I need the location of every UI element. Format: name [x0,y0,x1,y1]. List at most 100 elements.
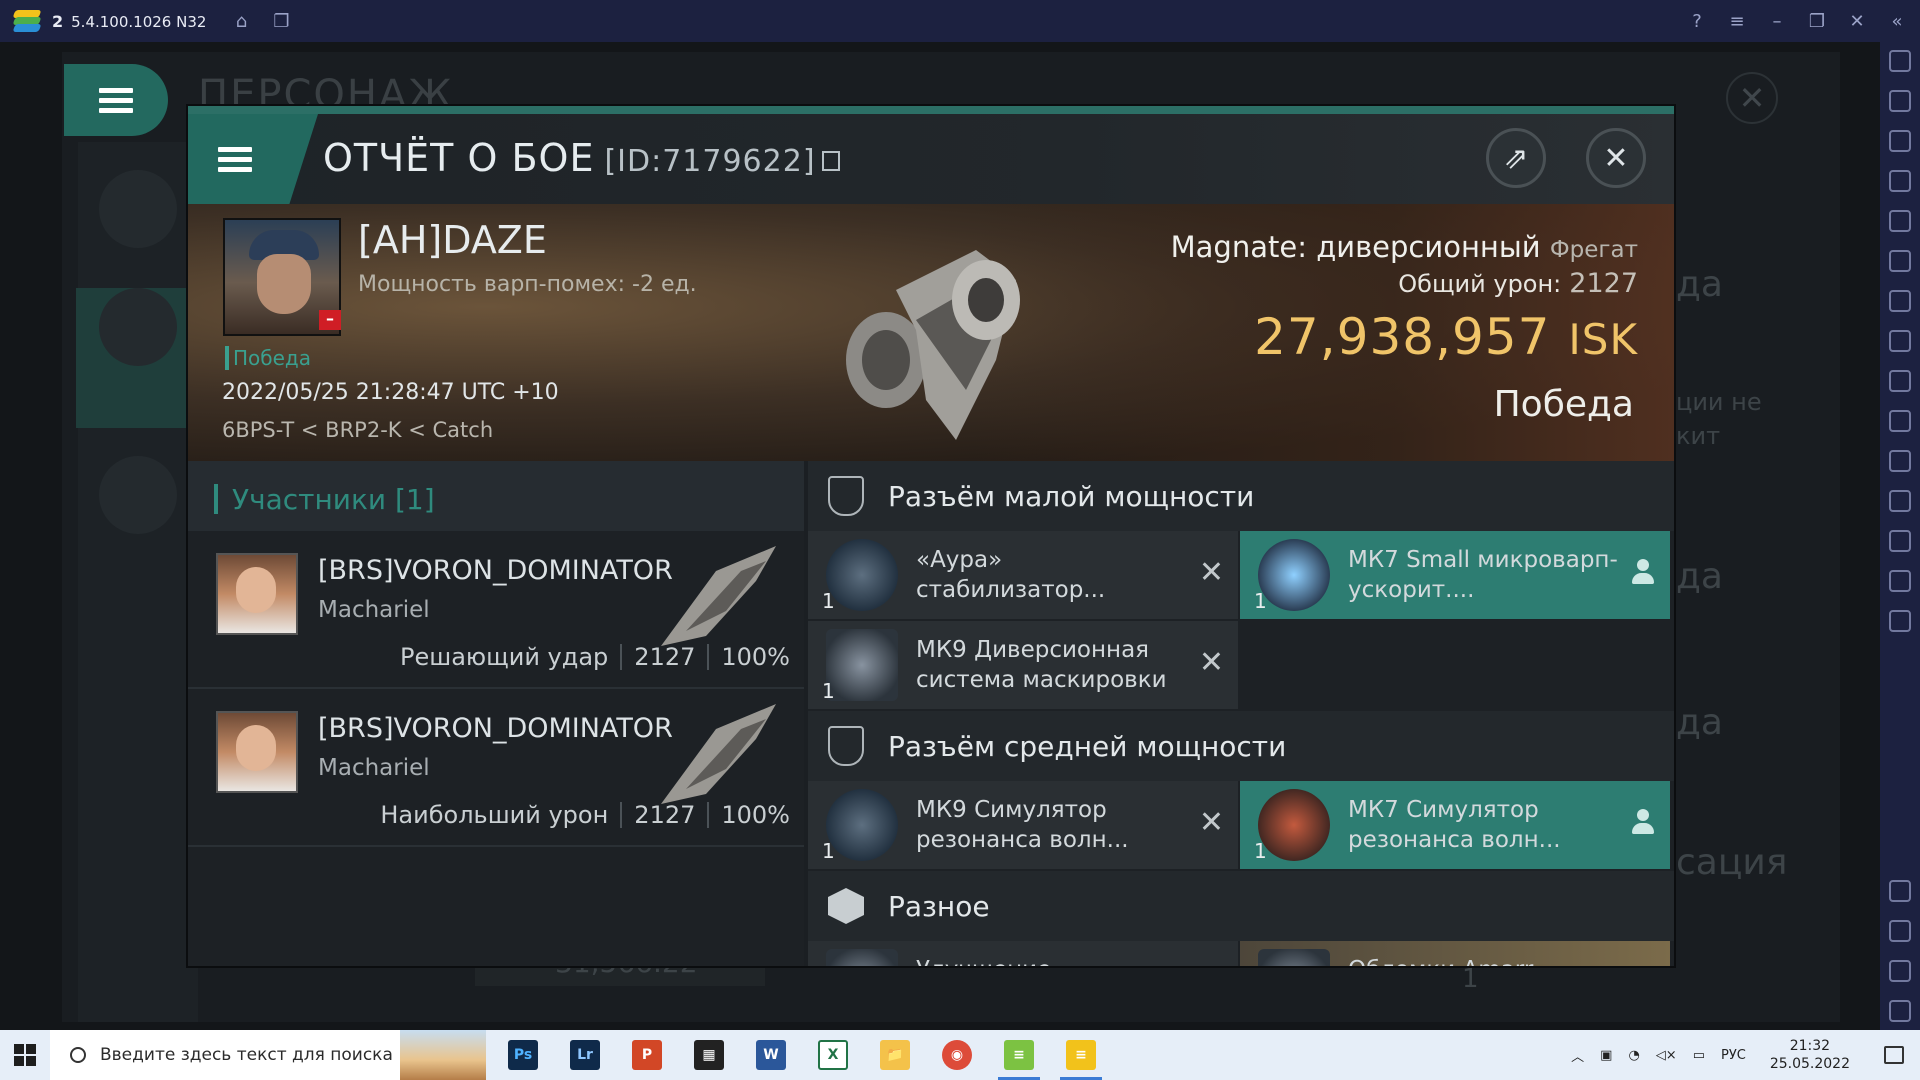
destroyed-icon: ✕ [1198,645,1224,680]
attacker-stats: Наибольший урон 2127 100% [380,801,790,829]
emulator-version: 2 5.4.100.1026 N32 [52,11,207,31]
module-name: Обломки Amarr [1348,955,1628,966]
multi-instance-icon[interactable]: ❐ [270,10,292,32]
victory-tag: Победа [225,346,311,370]
keyboard-icon[interactable] [1889,170,1911,192]
macro-icon[interactable] [1889,290,1911,312]
excel-app[interactable]: X [802,1030,864,1080]
language-indicator[interactable]: РУС [1721,1048,1746,1063]
emulator-sidebar [1880,42,1920,1030]
attacker-ship-image [661,546,776,646]
chrome-app[interactable]: ◉ [926,1030,988,1080]
location-icon[interactable] [1889,530,1911,552]
module-item[interactable]: 1 МК9 Диверсионная система маскировки ✕ [808,621,1238,709]
module-icon [826,629,898,701]
close-button[interactable]: ✕ [1586,128,1646,188]
background-close-icon[interactable]: ✕ [1726,72,1778,124]
victim-name[interactable]: [AH]DAZE [358,218,547,262]
home-icon[interactable]: ⌂ [230,10,252,32]
attacker-row[interactable]: [BRS]VORON_DOMINATOR Machariel Наибольши… [188,689,804,847]
search-placeholder: Введите здесь текст для поиска [100,1045,393,1065]
back-icon[interactable] [1889,920,1911,942]
battery-icon[interactable]: ▭ [1693,1048,1705,1063]
share-icon: ⇗ [1503,140,1529,176]
bg-text-2: ции не [1676,388,1762,416]
cargo-box-icon [828,888,864,924]
dialog-menu-button[interactable] [188,114,318,204]
bluestacks-x-app[interactable]: ≡ [988,1030,1050,1080]
screenshot-icon[interactable] [1889,370,1911,392]
report-id: [ID:7179622] [604,144,816,179]
battle-location[interactable]: 6BPS-T < BRP2-K < Catch [222,418,493,442]
powerpoint-app[interactable]: P [616,1030,678,1080]
module-item[interactable]: 1 МК9 Симулятор резонанса волн... ✕ [808,781,1238,869]
menu-icon[interactable]: ≡ [1726,10,1748,32]
victim-portrait[interactable]: – [223,218,341,336]
eraser-icon[interactable] [1889,490,1911,512]
layers-icon[interactable] [1889,570,1911,592]
victim-ship-name[interactable]: Magnate: диверсионный Фрегат [1171,230,1638,264]
fullscreen-icon[interactable] [1889,50,1911,72]
folder-icon[interactable] [1889,410,1911,432]
module-qty: 1 [822,839,835,863]
chevron-up-icon[interactable]: ︿ [1571,1046,1584,1065]
bg-text-1: да [1676,264,1723,305]
windows-taskbar: Введите здесь текст для поиска Ps Lr P ▦… [0,1030,1920,1080]
module-name: МК7 Small микроварп-ускорит.... [1348,547,1618,603]
home-nav-icon[interactable] [1889,960,1911,982]
bluestacks-logo-icon [12,10,42,32]
clock[interactable]: 21:32 25.05.2022 [1770,1037,1850,1073]
volume-muted-icon[interactable]: ◁× [1656,1048,1677,1063]
copy-icon[interactable] [821,150,840,171]
module-icon [826,789,898,861]
dropped-person-icon [1632,809,1654,835]
search-icon [70,1047,86,1063]
attacker-avatar [216,553,298,635]
file-explorer-app[interactable]: 📁 [864,1030,926,1080]
video-editor-app[interactable]: ▦ [678,1030,740,1080]
collapse-sidebar-icon[interactable]: « [1886,10,1908,32]
settings-icon[interactable] [1889,880,1911,902]
search-highlight-image [400,1030,486,1080]
module-qty: 1 [1254,589,1267,613]
lightroom-app[interactable]: Lr [554,1030,616,1080]
background-combat-icon[interactable] [99,288,177,366]
attacker-row[interactable]: [BRS]VORON_DOMINATOR Machariel Решающий … [188,531,804,689]
wifi-icon[interactable]: ◔ [1628,1048,1639,1063]
restore-icon[interactable]: ❐ [1806,10,1828,32]
windows-start-icon[interactable] [0,1030,50,1080]
module-item[interactable]: 1 МК7 Small микроварп-ускорит.... [1240,531,1670,619]
media-icon[interactable] [1889,130,1911,152]
background-star-icon[interactable] [99,456,177,534]
sync-icon[interactable] [1889,250,1911,272]
photoshop-app[interactable]: Ps [492,1030,554,1080]
rotate-icon[interactable] [1889,210,1911,232]
close-window-icon[interactable]: ✕ [1846,10,1868,32]
word-app[interactable]: W [740,1030,802,1080]
bg-text-4: да [1676,556,1723,597]
apk-icon[interactable] [1889,330,1911,352]
shield-slot-icon [828,476,864,516]
background-menu-button[interactable] [64,64,168,136]
taskbar-search[interactable]: Введите здесь текст для поиска [50,1030,486,1080]
notifications-icon[interactable] [1884,1046,1904,1064]
victim-ship-image [846,250,1020,440]
module-item[interactable]: 1 «Аура» стабилизатор... ✕ [808,531,1238,619]
module-item[interactable]: Улучшение ✕ [808,941,1238,966]
module-item[interactable]: 1 МК7 Симулятор резонанса волн... [1240,781,1670,869]
share-button[interactable]: ⇗ [1486,128,1546,188]
bluestacks-app[interactable]: ≡ [1050,1030,1112,1080]
minimize-icon[interactable]: – [1766,10,1788,32]
destroyed-icon: ✕ [1198,555,1224,590]
help-icon[interactable]: ? [1686,10,1708,32]
volume-icon[interactable] [1889,90,1911,112]
warp-disrupt-strength: Мощность варп-помех: -2 ед. [358,272,697,297]
isk-value: 27,938,957 ISK [1254,308,1638,366]
recents-icon[interactable] [1889,1000,1911,1022]
meet-now-icon[interactable]: ▣ [1600,1048,1612,1063]
resize-icon[interactable] [1889,450,1911,472]
background-list-icon[interactable] [99,170,177,248]
module-item[interactable]: Обломки Amarr [1240,941,1670,966]
eco-mode-icon[interactable] [1889,610,1911,632]
module-icon [1258,539,1330,611]
